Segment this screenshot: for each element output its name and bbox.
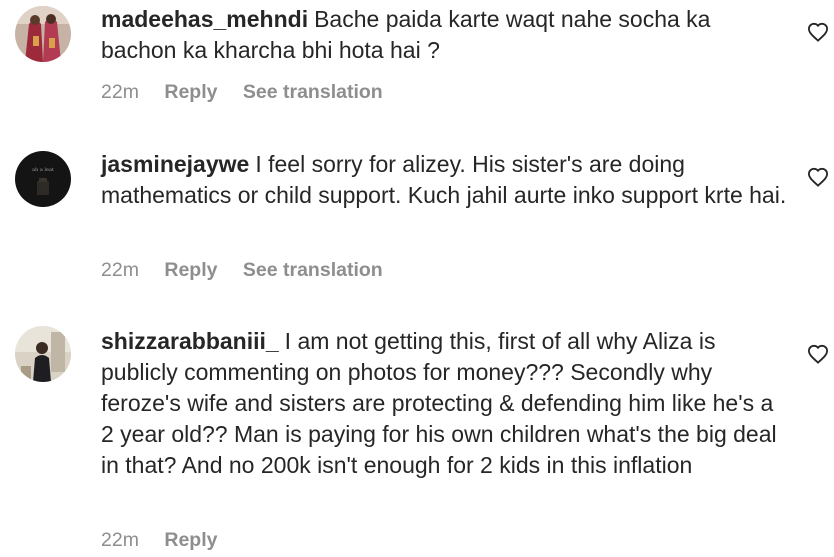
heart-outline-icon[interactable] (807, 22, 829, 42)
heart-outline-icon[interactable] (807, 344, 829, 364)
user-avatar[interactable]: ah a leat (15, 151, 71, 207)
comment-username[interactable]: madeehas_mehndi (101, 6, 308, 32)
comment-username[interactable]: shizzarabbaniii_ (101, 328, 279, 354)
comment-meta: 22m Reply (101, 529, 237, 552)
heart-outline-icon[interactable] (807, 167, 829, 187)
svg-text:ah a leat: ah a leat (32, 167, 54, 173)
comment-text-block: shizzarabbaniii_ I am not getting this, f… (101, 326, 791, 481)
comment-item: madeehas_mehndi Bache paida karte waqt na… (0, 0, 834, 130)
reply-button[interactable]: Reply (164, 259, 217, 282)
comment-timestamp: 22m (101, 81, 139, 104)
comment-meta: 22m Reply See translation (101, 259, 383, 282)
comment-text-block: jasminejaywe I feel sorry for alizey. His… (101, 149, 791, 211)
reply-button[interactable]: Reply (164, 81, 217, 104)
comment-item: ah a leat jasminejaywe I feel sorry for a… (0, 130, 834, 310)
comment-username[interactable]: jasminejaywe (101, 151, 249, 177)
comment-timestamp: 22m (101, 529, 139, 552)
reply-button[interactable]: Reply (164, 529, 217, 552)
see-translation-button[interactable]: See translation (243, 259, 383, 282)
see-translation-button[interactable]: See translation (243, 81, 383, 104)
comment-item: shizzarabbaniii_ I am not getting this, f… (0, 310, 834, 557)
user-avatar[interactable] (15, 6, 71, 62)
user-avatar[interactable] (15, 326, 71, 382)
comment-meta: 22m Reply See translation (101, 81, 383, 104)
comment-timestamp: 22m (101, 259, 139, 282)
comment-text-block: madeehas_mehndi Bache paida karte waqt na… (101, 4, 791, 66)
